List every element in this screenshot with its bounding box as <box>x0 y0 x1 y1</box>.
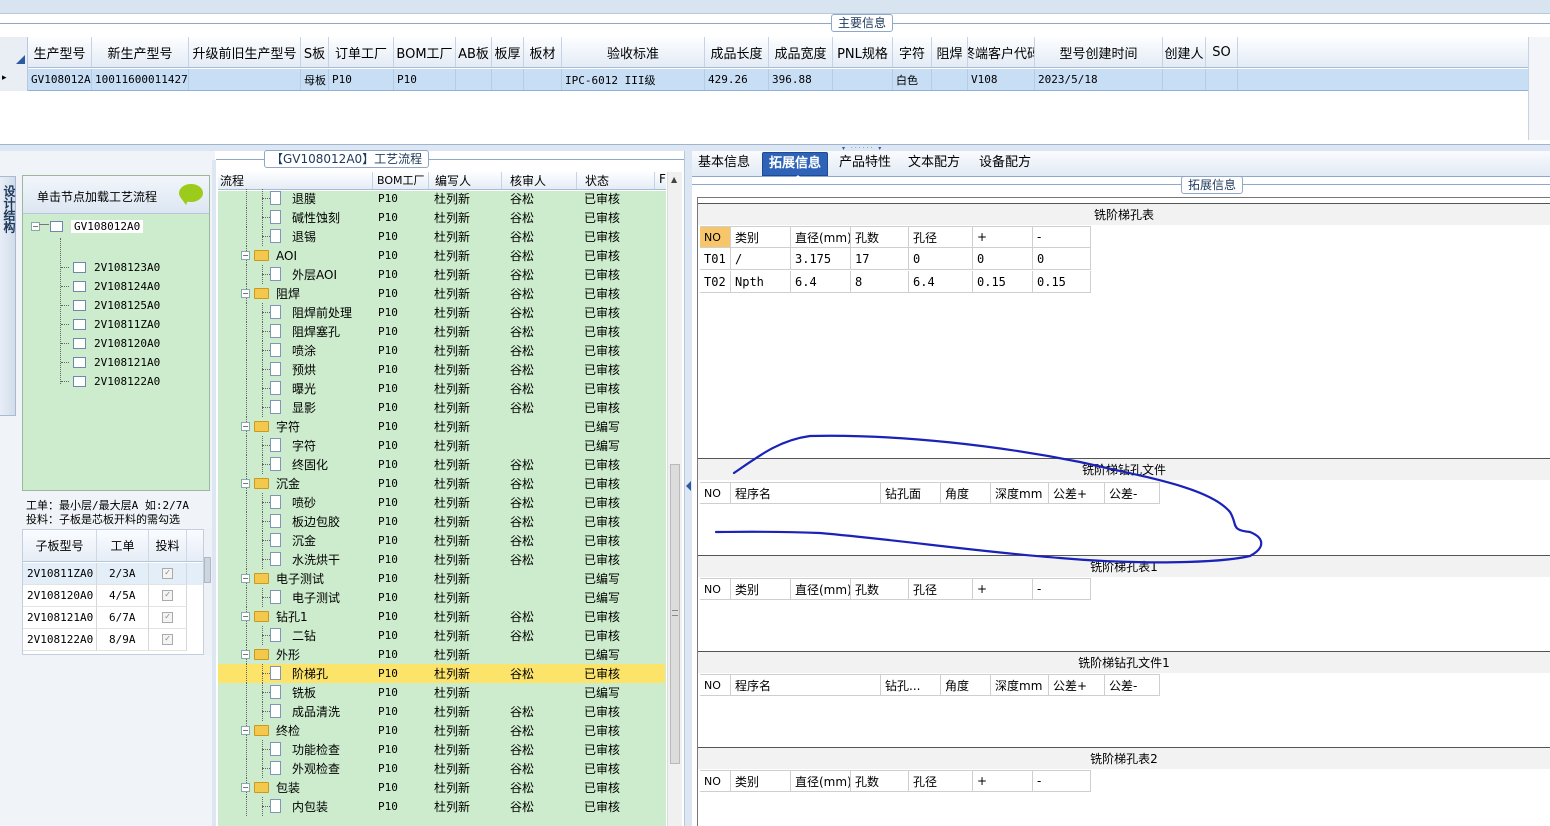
annotation-circle <box>714 434 1263 564</box>
